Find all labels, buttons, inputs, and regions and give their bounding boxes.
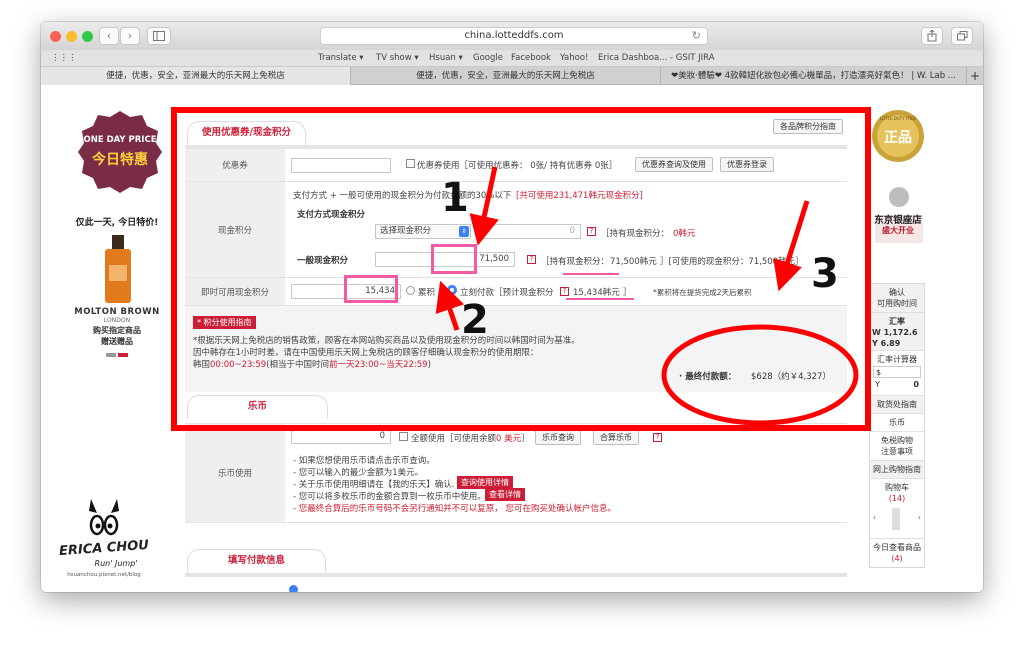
lebi-all-checkbox[interactable] — [399, 432, 408, 441]
highlight-general-points — [431, 244, 477, 274]
lebi-all-use-text: 全额使用［可使用余额0 美元］ — [411, 434, 530, 444]
lebi-row: 乐币使用 0 全额使用［可使用余额0 美元］ 乐币查询 合算乐币 ? - 如果您… — [185, 423, 847, 523]
highlight-instant-points — [344, 275, 398, 303]
cart-product-thumb[interactable] — [892, 508, 900, 530]
check-purchase-time[interactable]: 确认 可用购时间 — [870, 284, 924, 313]
section-divider — [185, 573, 847, 577]
tab-payment-info[interactable]: 填写付款信息 — [187, 549, 327, 573]
brand-sub: LONDON — [103, 317, 131, 324]
recently-viewed[interactable]: 今日查看商品 (4) — [870, 539, 924, 567]
plus-icon: + — [969, 69, 981, 83]
online-shopping-guide[interactable]: 网上购物指南 — [870, 461, 924, 479]
rate-calculator: 汇率计算器 $ Y0 — [870, 351, 924, 396]
reload-icon[interactable]: ↻ — [692, 28, 701, 44]
lebi-search-button[interactable]: 乐币查询 — [535, 430, 581, 445]
store-line-1: 东京银座店 — [874, 215, 922, 226]
browser-window: ‹ › china.lotteddfs.com ↻ ⋮⋮⋮ Translate … — [41, 22, 983, 592]
bookmark-erica-dashboard[interactable]: Erica Dashboa... - GSIT JIRA — [598, 53, 715, 63]
oneday-caption[interactable]: 仅此一天, 今日特价! — [65, 215, 169, 228]
right-quick-panel: 确认 可用购时间 汇率 W 1,172.6 Y 6.89 汇率计算器 $ Y0 … — [869, 283, 925, 568]
calc-usd-input[interactable]: $ — [873, 366, 921, 378]
calc-cny-output: Y0 — [875, 380, 919, 389]
bookmark-tv-show[interactable]: TV show ▾ — [376, 53, 419, 63]
badge-top-text: LOTTE DUTY FREE — [879, 116, 917, 121]
lebi-merge-button[interactable]: 合算乐币 — [593, 430, 639, 445]
brand-name: MOLTON BROWN — [74, 307, 160, 317]
oneday-main-text: 今日特惠 — [92, 152, 148, 168]
share-button[interactable] — [921, 27, 943, 45]
new-tab-button[interactable]: + — [967, 67, 983, 85]
watermark-tagline: Run' Jump' — [94, 559, 138, 568]
annotation-number-3: 3 — [811, 251, 839, 297]
cart-count: (14) — [888, 494, 906, 503]
payment-radio[interactable] — [289, 585, 298, 592]
tab-bar: 便捷，优惠，安全，亚洲最大的乐天网上免税店 便捷，优惠，安全，亚洲最大的乐天网上… — [41, 67, 983, 85]
lebi-note-2: - 您可以输入的最少金额为1美元。 — [293, 468, 424, 478]
lebi-note-5: - 您最终合算后的乐币号码不会另行通知并不可以复原， 您可在购买处确认帐户信息。 — [293, 504, 616, 514]
tab-lotte-1[interactable]: 便捷，优惠，安全，亚洲最大的乐天网上免税店 — [41, 67, 351, 85]
title-bar: ‹ › china.lotteddfs.com ↻ — [41, 22, 983, 50]
badge-main-text: 正品 — [884, 130, 912, 146]
top-sites-icon[interactable]: ⋮⋮⋮ — [51, 53, 77, 63]
annotation-number-2: 2 — [461, 297, 489, 343]
tabs-overview-button[interactable] — [951, 27, 973, 45]
tab-lotte-2[interactable]: 便捷，优惠，安全，亚洲最大的乐天网上免税店 — [351, 67, 661, 85]
molton-brown-bottle-image[interactable] — [99, 235, 137, 305]
annotation-number-1: 1 — [441, 175, 469, 221]
page-content: ONE DAY PRICE 今日特惠 仅此一天, 今日特价! MOLTON BR… — [41, 85, 983, 592]
annotation-red-frame — [171, 107, 871, 431]
bookmark-translate[interactable]: Translate ▾ — [318, 53, 364, 63]
lebi-link[interactable]: 乐币 — [870, 414, 924, 432]
lebi-view-button[interactable]: 查看详情 — [485, 488, 525, 501]
tab-wlab[interactable]: ❤美妝‧體驗❤ 4款韓妞化妝包必備心機單品，打造漂亮好氣色！ | W. Lab … — [661, 67, 967, 85]
pager-dot[interactable] — [105, 353, 116, 357]
chevron-left-icon[interactable]: ‹ — [873, 512, 876, 523]
chevron-left-icon: ‹ — [106, 29, 112, 42]
address-bar[interactable]: china.lotteddfs.com ↻ — [320, 27, 708, 45]
minimize-window-button[interactable] — [66, 31, 77, 42]
bookmark-facebook[interactable]: Facebook — [511, 53, 551, 63]
share-icon — [927, 29, 937, 42]
lebi-input[interactable]: 0 — [291, 429, 391, 444]
dutyfree-notice[interactable]: 免税购物 注意事项 — [870, 432, 924, 461]
lebi-note-1: - 如果您想使用乐币请点击乐币查询。 — [293, 456, 435, 466]
chevron-right-icon[interactable]: › — [918, 512, 921, 523]
viewed-count: (4) — [891, 554, 903, 563]
bookmark-hsuan[interactable]: Hsuan ▾ — [429, 53, 463, 63]
forward-button[interactable]: › — [120, 27, 140, 45]
lebi-label: 乐币使用 — [185, 424, 285, 522]
close-window-button[interactable] — [50, 31, 61, 42]
help-icon[interactable]: ? — [653, 433, 662, 442]
chevron-right-icon: › — [127, 29, 133, 42]
bookmarks-bar: ⋮⋮⋮ Translate ▾ TV show ▾ Hsuan ▾ Google… — [41, 50, 983, 67]
cart[interactable]: 购物车 (14) ‹ › — [870, 479, 924, 539]
bookmark-yahoo[interactable]: Yahoo! — [560, 53, 588, 63]
oneday-top-text: ONE DAY PRICE — [83, 135, 157, 145]
zoom-window-button[interactable] — [82, 31, 93, 42]
url-text: china.lotteddfs.com — [464, 30, 564, 41]
molton-brown-ad[interactable]: MOLTON BROWN LONDON 购买指定商品 赠送赠品 — [71, 307, 163, 360]
brand-pager[interactable] — [71, 350, 163, 360]
sidebar-icon — [153, 31, 165, 41]
rate-w: W 1,172.6 — [872, 328, 918, 337]
underline-hold-points — [563, 273, 619, 275]
sidebar-button[interactable] — [147, 27, 171, 45]
lebi-note-4: - 您可以将多枚乐币的金额合算到一枚乐币中使用。 — [293, 492, 486, 502]
back-button[interactable]: ‹ — [99, 27, 119, 45]
lebi-note-3: - 关于乐币使用明细请在【我的乐天】确认. — [293, 480, 455, 490]
tabs-icon — [956, 31, 967, 41]
pager-dot-active[interactable] — [118, 353, 129, 357]
pickup-guide[interactable]: 取货处指南 — [870, 396, 924, 414]
exchange-rate: 汇率 W 1,172.6 Y 6.89 — [870, 313, 924, 351]
watermark-url: hsuanchou.pixnet.net/blog — [67, 572, 141, 578]
brand-promo-1: 购买指定商品 — [93, 326, 141, 335]
underline-expected-points — [566, 298, 634, 300]
rate-y: Y 6.89 — [872, 339, 901, 348]
bookmark-google[interactable]: Google — [473, 53, 503, 63]
brand-promo-2: 赠送赠品 — [101, 337, 133, 346]
store-line-2: 盛大开业 — [882, 226, 914, 235]
